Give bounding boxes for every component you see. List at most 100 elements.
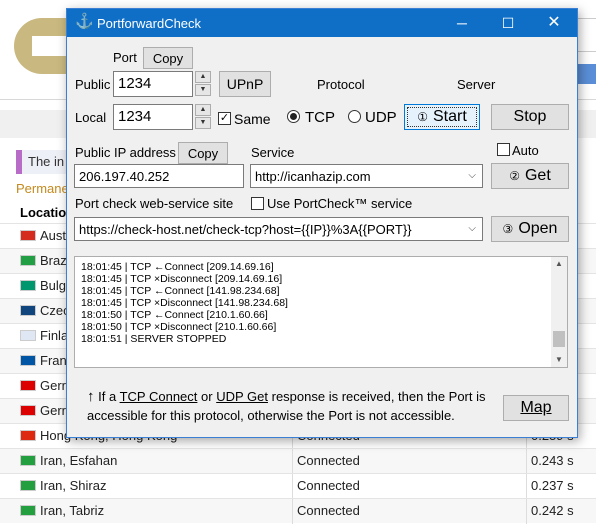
public-ip-field[interactable]: 206.197.40.252 xyxy=(74,164,244,188)
table-row: Iran, Tabriz Connected 0.242 s xyxy=(0,498,596,524)
flag-icon xyxy=(20,405,36,416)
status-cell: Connected xyxy=(292,474,360,499)
public-port-input[interactable]: 1234 xyxy=(113,71,193,97)
start-button-label: Start xyxy=(432,108,467,125)
status-cell: Connected xyxy=(292,499,360,524)
public-ip-copy-button[interactable]: Copy xyxy=(178,142,228,164)
tcp-label: TCP xyxy=(305,109,335,126)
country-cell: Iran, Esfahan xyxy=(40,453,118,468)
flag-icon xyxy=(20,480,36,491)
site-permanent-link[interactable]: Permane xyxy=(16,181,69,196)
public-port-down-button[interactable]: ▼ xyxy=(195,84,211,96)
country-cell: Aust xyxy=(40,228,67,243)
country-cell: Bulg xyxy=(40,278,67,293)
scroll-thumb[interactable] xyxy=(553,331,565,347)
get-icon: ② xyxy=(509,169,520,183)
country-cell: Fran xyxy=(40,353,67,368)
use-portcheck-label: Use PortCheck™ service xyxy=(267,196,413,211)
country-cell: Gerr xyxy=(40,378,66,393)
title-bar[interactable]: ⚓ PortforwardCheck ─ ☐ ✕ xyxy=(67,9,577,37)
window-title: PortforwardCheck xyxy=(97,16,202,31)
tcp-connect-link[interactable]: TCP Connect xyxy=(120,389,198,404)
use-portcheck-checkbox[interactable] xyxy=(251,197,264,210)
stop-button[interactable]: Stop xyxy=(491,104,569,130)
status-cell: Connected xyxy=(292,449,360,474)
log-line: 18:01:45 | TCP ×Disconnect [141.98.234.6… xyxy=(81,297,288,309)
time-cell: 0.237 s xyxy=(526,474,574,499)
upnp-button-label: UPnP xyxy=(226,76,264,92)
udp-radio[interactable] xyxy=(348,110,361,123)
flag-icon xyxy=(20,380,36,391)
info-part2: or xyxy=(201,389,213,404)
auto-label: Auto xyxy=(512,143,539,158)
map-button-label: Map xyxy=(520,399,552,416)
open-button[interactable]: ③ Open xyxy=(491,216,569,242)
public-ip-label: Public IP address xyxy=(75,145,176,160)
port-copy-button[interactable]: Copy xyxy=(143,47,193,69)
flag-icon xyxy=(20,280,36,291)
start-button[interactable]: ① Start xyxy=(404,104,480,130)
site-info-note-text: The in xyxy=(28,154,65,169)
same-label: Same xyxy=(234,111,271,127)
local-port-label: Local xyxy=(75,110,107,125)
udp-label: UDP xyxy=(365,109,397,126)
local-port-input[interactable]: 1234 xyxy=(113,104,193,130)
port-check-site-label: Port check web-service site xyxy=(75,196,234,211)
get-button-label: Get xyxy=(524,167,551,184)
protocol-label: Protocol xyxy=(317,77,365,92)
upnp-button[interactable]: UPnP xyxy=(219,71,271,97)
anchor-icon: ⚓ xyxy=(75,13,94,30)
time-cell: 0.242 s xyxy=(526,499,574,524)
same-checkbox[interactable]: ✓ xyxy=(218,112,231,125)
close-button[interactable]: ✕ xyxy=(531,9,577,37)
location-column-header: Locatio xyxy=(20,205,67,220)
minimize-button[interactable]: ─ xyxy=(439,9,485,37)
info-part1: If a xyxy=(98,389,117,404)
log-line: 18:01:50 | TCP ×Disconnect [210.1.60.66] xyxy=(81,321,277,333)
scroll-down-icon[interactable]: ▼ xyxy=(551,353,567,367)
flag-icon xyxy=(20,355,36,366)
flag-icon xyxy=(20,455,36,466)
info-text: ↑ If a TCP Connect or UDP Get response i… xyxy=(87,387,487,425)
port-check-url-value: https://check-host.net/check-tcp?host={{… xyxy=(79,222,412,237)
local-port-up-button[interactable]: ▲ xyxy=(195,104,211,116)
public-port-label: Public xyxy=(75,77,111,92)
service-select-value: http://icanhazip.com xyxy=(255,169,371,184)
map-button[interactable]: Map xyxy=(503,395,569,421)
log-line: 18:01:51 | SERVER STOPPED xyxy=(81,333,227,345)
flag-icon xyxy=(20,330,36,341)
log-scrollbar[interactable]: ▲ ▼ xyxy=(551,257,567,367)
open-button-label: Open xyxy=(518,220,558,237)
service-select[interactable]: http://icanhazip.com ⌵ xyxy=(250,164,483,188)
country-cell: Finla xyxy=(40,328,69,343)
time-cell: 0.243 s xyxy=(526,449,574,474)
portforwardcheck-window: ⚓ PortforwardCheck ─ ☐ ✕ Port Copy Publi… xyxy=(66,8,578,438)
maximize-button[interactable]: ☐ xyxy=(485,9,531,37)
tcp-radio[interactable] xyxy=(287,110,300,123)
log-line: 18:01:45 | TCP ×Disconnect [209.14.69.16… xyxy=(81,273,283,285)
start-icon: ① xyxy=(417,110,428,124)
table-row: Iran, Shiraz Connected 0.237 s xyxy=(0,473,596,499)
country-cell: Braz xyxy=(40,253,67,268)
country-cell: Iran, Tabriz xyxy=(40,503,105,518)
table-row: Iran, Esfahan Connected 0.243 s xyxy=(0,448,596,474)
chevron-down-icon: ⌵ xyxy=(468,223,476,234)
site-logo xyxy=(14,18,66,74)
country-cell: Iran, Shiraz xyxy=(40,478,107,493)
open-icon: ③ xyxy=(502,222,514,236)
flag-icon xyxy=(20,255,36,266)
flag-icon xyxy=(20,305,36,316)
log-textbox[interactable]: 18:01:45 | TCP ←Connect [209.14.69.16] 18… xyxy=(74,256,568,368)
log-line: 18:01:45 | TCP ←Connect [141.98.234.68] xyxy=(81,285,280,297)
chevron-down-icon: ⌵ xyxy=(468,170,476,181)
log-line: 18:01:50 | TCP ←Connect [210.1.60.66] xyxy=(81,309,268,321)
server-label: Server xyxy=(457,77,496,92)
public-port-up-button[interactable]: ▲ xyxy=(195,71,211,83)
scroll-up-icon[interactable]: ▲ xyxy=(551,257,567,271)
auto-checkbox[interactable] xyxy=(497,143,510,156)
port-check-url-select[interactable]: https://check-host.net/check-tcp?host={{… xyxy=(74,217,483,241)
local-port-down-button[interactable]: ▼ xyxy=(195,117,211,129)
flag-icon xyxy=(20,230,36,241)
udp-get-link[interactable]: UDP Get xyxy=(216,389,268,404)
get-button[interactable]: ② Get xyxy=(491,163,569,189)
